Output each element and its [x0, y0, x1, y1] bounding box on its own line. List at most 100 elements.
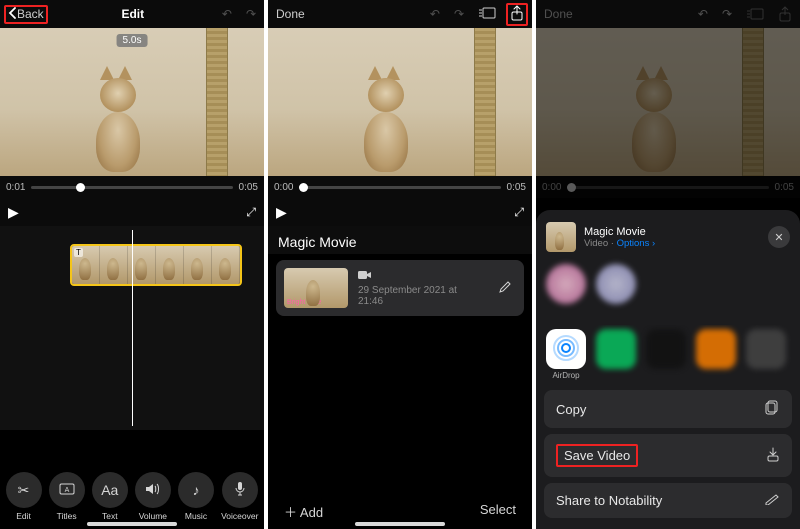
action-save-video[interactable]: Save Video	[544, 434, 792, 477]
storyboard-icon	[478, 6, 496, 23]
undo-button[interactable]: ↶	[426, 5, 444, 23]
video-preview[interactable]	[268, 28, 532, 176]
apps-row[interactable]: AirDrop	[544, 325, 792, 390]
time-total: 0:05	[507, 182, 526, 193]
done-button: Done	[540, 5, 577, 23]
pencil-icon	[764, 493, 780, 508]
close-icon: ✕	[774, 231, 783, 244]
preview-frame	[0, 28, 264, 176]
title-marker: T	[74, 248, 83, 257]
svg-text:A: A	[64, 487, 69, 494]
redo-button[interactable]: ↷	[450, 5, 468, 23]
video-preview[interactable]: 5.0s	[0, 28, 264, 176]
chevron-right-icon: ›	[652, 238, 655, 249]
expand-button[interactable]: ⤢	[514, 205, 524, 220]
app-airdrop[interactable]: AirDrop	[546, 329, 586, 380]
toolbar: Done ↶ ↷	[536, 0, 800, 28]
app-blurred[interactable]	[646, 329, 686, 380]
scrub-playhead[interactable]	[76, 183, 85, 192]
airdrop-icon	[553, 335, 579, 364]
add-button[interactable]: ＋ Add	[284, 502, 323, 521]
tool-edit[interactable]: ✂ Edit	[6, 472, 42, 521]
screen-edit: Back Edit ↶ ↷ 5.0s 0:01 0:05 ▶ ⤢	[0, 0, 264, 529]
expand-button[interactable]: ⤢	[246, 205, 256, 220]
plus-icon: ＋	[284, 502, 297, 521]
toolbar: Done ↶ ↷	[268, 0, 532, 28]
action-share-notability[interactable]: Share to Notability	[544, 483, 792, 518]
share-button	[774, 4, 796, 24]
video-preview-dimmed	[536, 28, 800, 176]
done-button[interactable]: Done	[272, 5, 309, 23]
app-blurred[interactable]	[596, 329, 636, 380]
home-indicator[interactable]	[87, 522, 177, 526]
storyboard-button[interactable]	[474, 4, 500, 25]
sheet-options-link[interactable]: Options ›	[617, 238, 656, 249]
share-icon	[510, 5, 524, 24]
sheet-thumbnail	[546, 222, 576, 252]
time-current: 0:00	[542, 182, 561, 193]
copy-icon	[765, 400, 780, 418]
action-share-nota-label: Share to Notability	[556, 493, 662, 508]
scissors-icon: ✂	[18, 482, 30, 499]
undo-button[interactable]: ↶	[218, 5, 236, 23]
tool-music[interactable]: ♪ Music	[178, 472, 214, 521]
tool-voiceover[interactable]: Voiceover	[221, 472, 258, 521]
tool-music-label: Music	[185, 511, 207, 521]
action-save-label: Save Video	[556, 444, 638, 467]
app-airdrop-label: AirDrop	[552, 371, 579, 380]
tool-volume[interactable]: Volume	[135, 472, 171, 521]
scrub-track[interactable]	[299, 186, 500, 189]
expand-icon: ⤢	[514, 205, 524, 219]
clip-date: 29 September 2021 at 21:46	[358, 285, 484, 307]
time-current: 0:00	[274, 182, 293, 193]
app-blurred[interactable]	[696, 329, 736, 380]
timeline[interactable]: T	[0, 226, 264, 430]
contacts-row[interactable]	[544, 260, 792, 325]
tool-titles-label: Titles	[57, 511, 77, 521]
screen-share-sheet: Done ↶ ↷ 0:00 0:05	[536, 0, 800, 529]
clip-strip[interactable]: T	[70, 244, 242, 286]
sheet-close-button[interactable]: ✕	[768, 226, 790, 248]
share-sheet: Magic Movie Video · Options › ✕	[536, 210, 800, 529]
sheet-kind: Video	[584, 238, 608, 249]
expand-icon: ⤢	[246, 205, 256, 220]
tool-text[interactable]: Aa Text	[92, 472, 128, 521]
time-current: 0:01	[6, 182, 25, 193]
share-button[interactable]	[506, 3, 528, 26]
back-label: Back	[17, 7, 44, 21]
microphone-icon	[234, 481, 246, 500]
back-button[interactable]: Back	[4, 5, 48, 24]
tool-titles[interactable]: A Titles	[49, 472, 85, 521]
clip-meta: 29 September 2021 at 21:46	[358, 270, 484, 307]
chevron-left-icon	[8, 7, 17, 22]
play-button[interactable]: ▶	[8, 204, 19, 221]
clip-card[interactable]: Bright Side 29 September 2021 at 21:46	[276, 260, 524, 316]
scrubber: 0:01 0:05	[0, 176, 264, 198]
timeline-playhead[interactable]	[132, 230, 133, 426]
pencil-icon	[498, 280, 512, 297]
sheet-title: Magic Movie	[584, 226, 655, 238]
redo-button[interactable]: ↷	[242, 5, 260, 23]
undo-icon: ↶	[222, 7, 232, 21]
scrub-track[interactable]	[31, 186, 232, 189]
music-note-icon: ♪	[192, 482, 199, 498]
section-magic-movie: Magic Movie	[268, 226, 532, 254]
screen-project: Done ↶ ↷ 0:00	[268, 0, 532, 529]
redo-button: ↷	[718, 5, 736, 23]
app-blurred[interactable]	[746, 329, 786, 380]
time-total: 0:05	[239, 182, 258, 193]
action-copy[interactable]: Copy	[544, 390, 792, 428]
duration-bubble: 5.0s	[117, 34, 148, 47]
scrub-playhead[interactable]	[299, 183, 308, 192]
time-total: 0:05	[775, 182, 794, 193]
play-icon: ▶	[8, 204, 19, 221]
select-button[interactable]: Select	[480, 502, 516, 521]
clip-edit-button[interactable]	[494, 276, 516, 301]
sheet-options-label: Options	[617, 238, 650, 249]
play-button[interactable]: ▶	[276, 204, 287, 221]
undo-icon: ↶	[698, 7, 708, 21]
play-icon: ▶	[276, 204, 287, 220]
home-indicator[interactable]	[355, 522, 445, 526]
tool-dock: ✂ Edit A Titles Aa Text Volume ♪ Music	[0, 472, 264, 521]
tool-edit-label: Edit	[16, 511, 31, 521]
